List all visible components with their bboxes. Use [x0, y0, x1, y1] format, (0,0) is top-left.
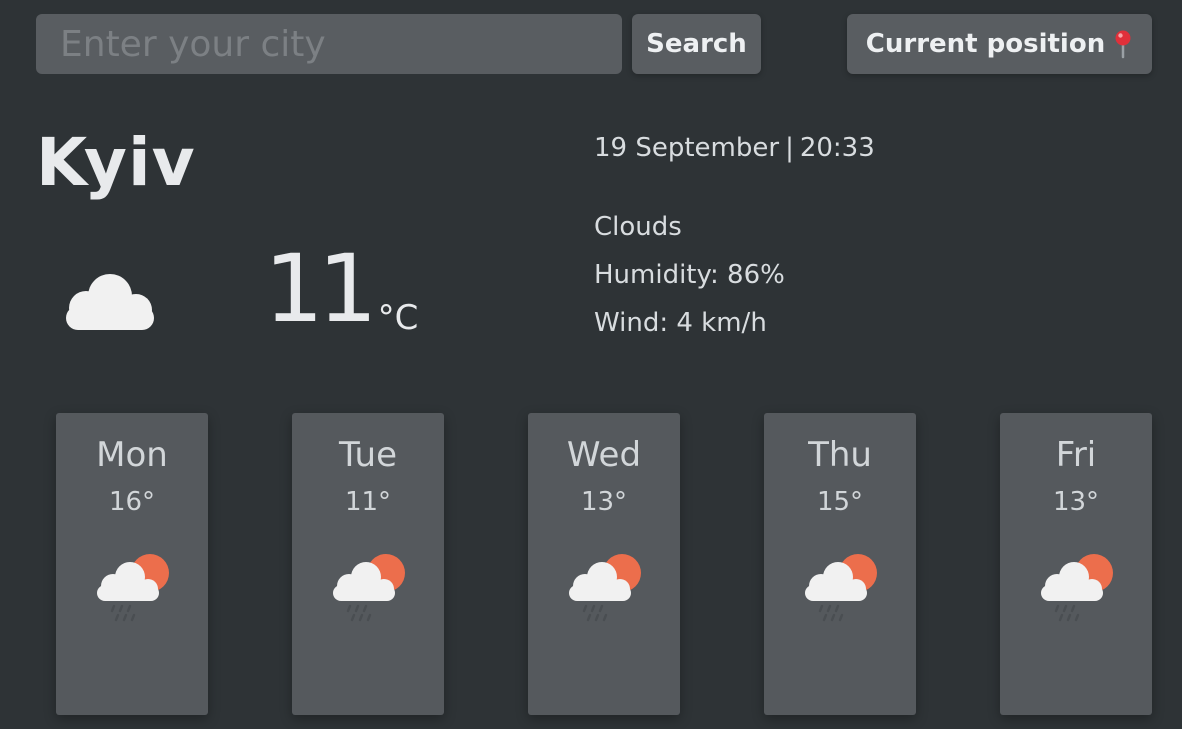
forecast-temp: 15° — [816, 487, 864, 517]
temperature-value: 11 — [264, 235, 378, 344]
partly-sunny-rain-icon — [800, 545, 880, 629]
cloud-icon — [62, 268, 158, 336]
date-time: 19 September | 20:33 — [594, 133, 875, 163]
weather-details: Clouds Humidity: 86% Wind: 4 km/h — [594, 210, 785, 354]
current-temperature: 11 °C — [264, 240, 418, 340]
forecast-temp: 13° — [1052, 487, 1100, 517]
current-time: 20:33 — [799, 133, 875, 163]
temperature-unit: °C — [377, 298, 419, 338]
partly-sunny-rain-icon — [328, 545, 408, 629]
forecast-temp: 13° — [580, 487, 628, 517]
partly-sunny-rain-icon — [1036, 545, 1116, 629]
partly-sunny-rain-icon — [564, 545, 644, 629]
weather-description: Clouds — [594, 212, 682, 242]
forecast-card-tue: Tue 11° — [292, 413, 444, 715]
forecast-day: Fri — [1055, 435, 1097, 475]
forecast-card-fri: Fri 13° — [1000, 413, 1152, 715]
forecast-temp: 16° — [108, 487, 156, 517]
partly-sunny-rain-icon — [92, 545, 172, 629]
forecast-card-mon: Mon 16° — [56, 413, 208, 715]
forecast-day: Mon — [96, 435, 168, 475]
search-button-label: Search — [646, 29, 747, 59]
city-name: Kyiv — [36, 124, 196, 201]
search-button[interactable]: Search — [632, 14, 761, 74]
current-date: 19 September — [594, 133, 780, 163]
current-position-button[interactable]: Current position — [847, 14, 1152, 74]
forecast-temp: 11° — [344, 487, 392, 517]
weather-app: Search Current position Kyiv 11 °C 19 Se… — [0, 0, 1182, 729]
humidity: Humidity: 86% — [594, 260, 785, 290]
date-time-separator: | — [785, 133, 794, 163]
forecast-day: Wed — [566, 435, 642, 475]
forecast-card-wed: Wed 13° — [528, 413, 680, 715]
city-search-input[interactable] — [36, 14, 622, 74]
forecast-card-thu: Thu 15° — [764, 413, 916, 715]
wind: Wind: 4 km/h — [594, 308, 767, 338]
forecast-day: Tue — [338, 435, 398, 475]
forecast-day: Thu — [808, 435, 872, 475]
pin-icon — [1113, 29, 1133, 59]
current-position-label: Current position — [865, 29, 1106, 59]
